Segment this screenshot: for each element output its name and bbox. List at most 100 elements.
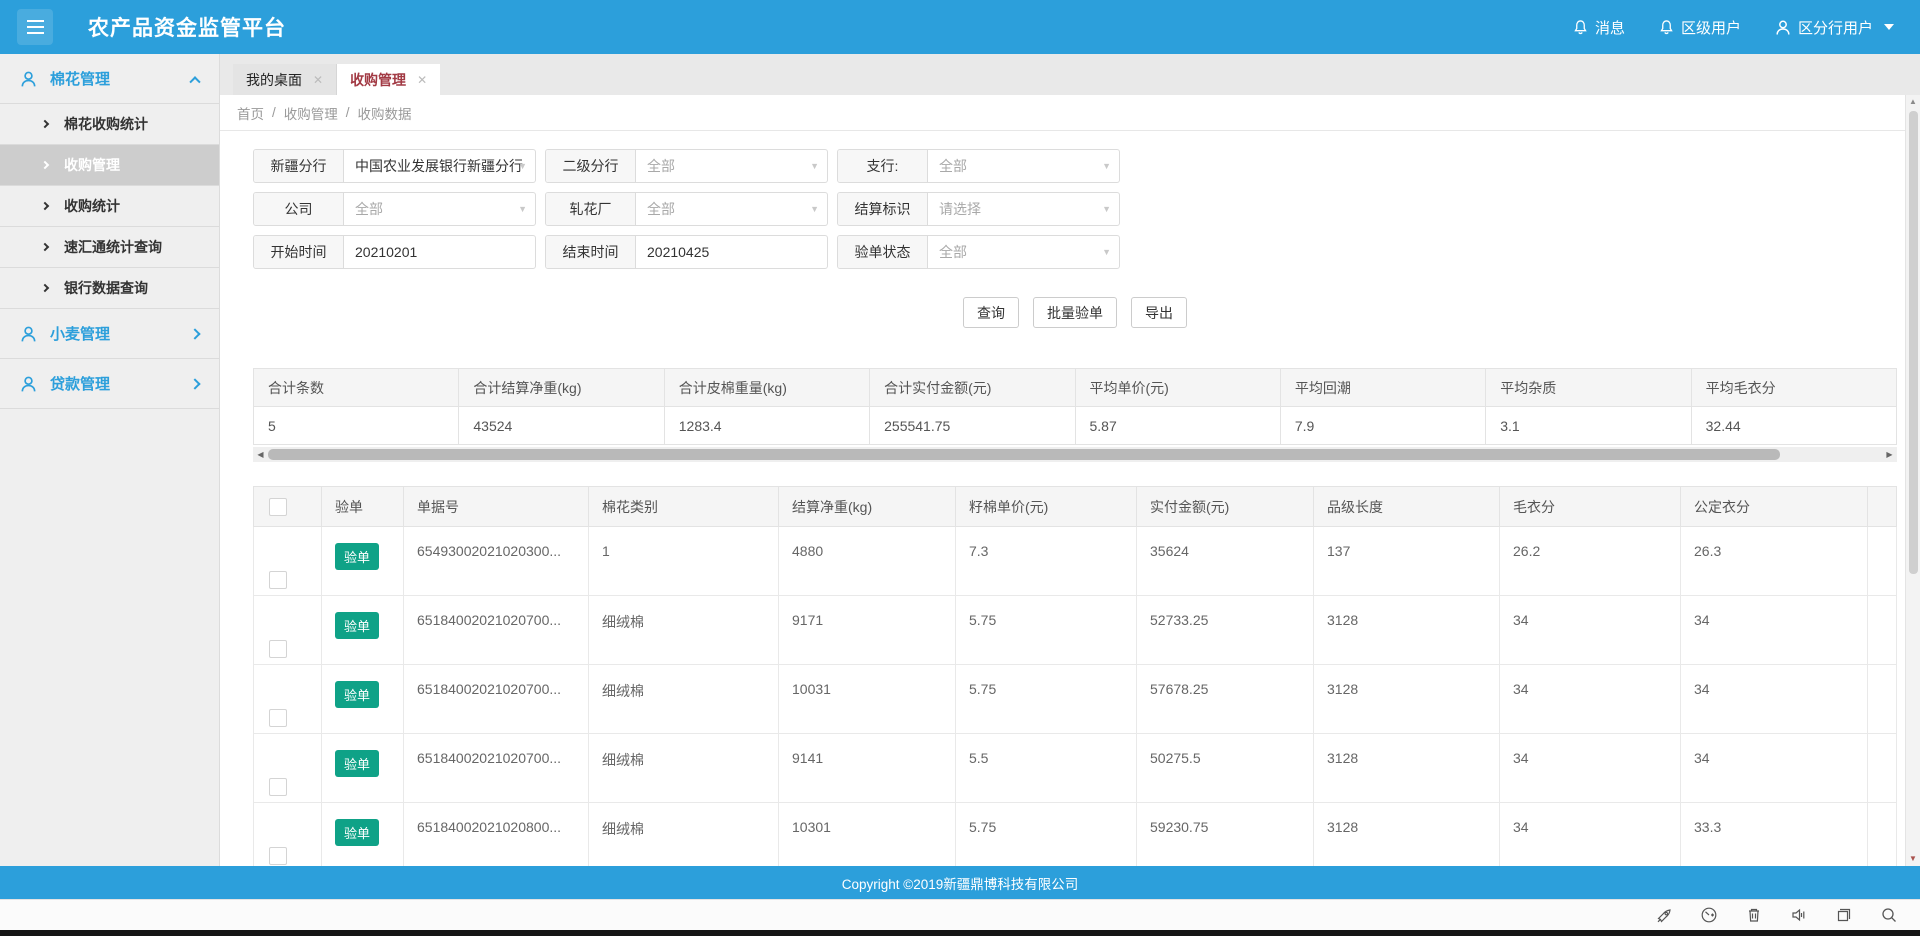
verify-button[interactable]: 验单: [335, 612, 379, 639]
seed-price-cell: 5.75: [956, 665, 1137, 734]
summary-header: 平均单价(元): [1075, 369, 1280, 407]
row-checkbox[interactable]: [269, 571, 287, 589]
filter-branch: 新疆分行 中国农业发展银行新疆分行: [253, 149, 536, 183]
filter-row-3: 开始时间 20210201 结束时间 20210425 验单状态 全部: [253, 235, 1897, 269]
breadcrumb-separator: /: [272, 105, 276, 120]
sub-branch-select[interactable]: 全部: [928, 150, 1119, 182]
filter-end-time: 结束时间 20210425: [545, 235, 828, 269]
grade-length-cell: 3128: [1314, 596, 1500, 665]
scrollbar-thumb[interactable]: [268, 449, 1780, 460]
second-branch-select[interactable]: 全部: [636, 150, 827, 182]
rocket-icon[interactable]: [1655, 906, 1673, 924]
messages-nav[interactable]: 消息: [1573, 17, 1625, 38]
summary-header: 合计皮棉重量(kg): [664, 369, 869, 407]
company-select[interactable]: 全部: [344, 193, 535, 225]
sidebar-item-bank-data-query[interactable]: 银行数据查询: [0, 268, 219, 309]
top-header: 农产品资金监管平台 消息 区级用户 区分行用户: [0, 0, 1920, 54]
sidebar-group-wheat[interactable]: 小麦管理: [0, 309, 219, 359]
district-user-nav[interactable]: 区级用户: [1659, 17, 1741, 38]
summary-value: 43524: [459, 407, 664, 445]
scroll-right-icon[interactable]: ▶: [1882, 450, 1897, 459]
breadcrumb-section[interactable]: 收购管理: [284, 103, 338, 123]
filter-label: 二级分行: [546, 150, 636, 182]
scroll-up-icon[interactable]: ▲: [1909, 95, 1917, 109]
sidebar-item-cotton-purchase-stats[interactable]: 棉花收购统计: [0, 104, 219, 145]
branch-select[interactable]: 中国农业发展银行新疆分行: [344, 150, 535, 182]
vertical-scrollbar[interactable]: ▲ ▼: [1905, 95, 1920, 866]
sidebar-group-cotton[interactable]: 棉花管理: [0, 54, 219, 104]
seed-price-cell: 5.75: [956, 803, 1137, 867]
user-icon: [20, 375, 37, 393]
doc-no-cell: 65184002021020800...: [404, 803, 589, 867]
doc-no-cell: 65184002021020700...: [404, 596, 589, 665]
filter-company: 公司 全部: [253, 192, 536, 226]
doc-no-cell: 65493002021020300...: [404, 527, 589, 596]
settle-flag-select[interactable]: 请选择: [928, 193, 1119, 225]
batch-verify-button[interactable]: 批量验单: [1033, 297, 1117, 328]
filter-settle-flag: 结算标识 请选择: [837, 192, 1120, 226]
bell-icon: [1659, 19, 1674, 36]
tab-label: 收购管理: [350, 70, 406, 90]
sidebar-group-loan[interactable]: 贷款管理: [0, 359, 219, 409]
gin-factory-select[interactable]: 全部: [636, 193, 827, 225]
tab-bar: 我的桌面 ✕ 收购管理 ✕: [220, 54, 1920, 95]
net-weight-cell: 10301: [779, 803, 956, 867]
tab-purchase-management[interactable]: 收购管理 ✕: [337, 64, 440, 95]
summary-header: 平均回潮: [1280, 369, 1485, 407]
verify-status-select[interactable]: 全部: [928, 236, 1119, 268]
export-button[interactable]: 导出: [1131, 297, 1187, 328]
column-header: 籽棉单价(元): [956, 487, 1137, 527]
paid-amount-cell: 50275.5: [1137, 734, 1314, 803]
grade-length-cell: 137: [1314, 527, 1500, 596]
row-checkbox[interactable]: [269, 709, 287, 727]
current-user-menu[interactable]: 区分行用户: [1775, 17, 1894, 38]
sidebar-item-purchase-stats[interactable]: 收购统计: [0, 186, 219, 227]
seed-price-cell: 7.3: [956, 527, 1137, 596]
verify-button[interactable]: 验单: [335, 681, 379, 708]
chevron-up-icon: [189, 76, 200, 87]
scrollbar-thumb[interactable]: [1909, 111, 1918, 574]
select-all-checkbox[interactable]: [269, 498, 287, 516]
purchase-table: 验单 单据号 棉花类别 结算净重(kg) 籽棉单价(元) 实付金额(元) 品级长…: [253, 486, 1897, 866]
sidebar-item-label: 银行数据查询: [64, 278, 148, 298]
trash-icon[interactable]: [1745, 906, 1763, 924]
lint-pct-cell: 34: [1500, 734, 1681, 803]
row-checkbox[interactable]: [269, 847, 287, 865]
filter-label: 结束时间: [546, 236, 636, 268]
cotton-type-cell: 细绒棉: [589, 596, 779, 665]
end-time-input[interactable]: 20210425: [636, 236, 827, 268]
row-checkbox[interactable]: [269, 778, 287, 796]
start-time-input[interactable]: 20210201: [344, 236, 535, 268]
summary-value: 32.44: [1691, 407, 1896, 445]
sidebar-item-label: 速汇通统计查询: [64, 237, 162, 257]
doc-no-cell: 65184002021020700...: [404, 665, 589, 734]
cotton-type-cell: 细绒棉: [589, 734, 779, 803]
sidebar: 棉花管理 棉花收购统计 收购管理 收购统计 速汇通统计查询 银行数据查询 小麦管…: [0, 54, 220, 866]
sidebar-item-shuitong-stats-query[interactable]: 速汇通统计查询: [0, 227, 219, 268]
window-icon[interactable]: [1835, 906, 1853, 924]
paid-amount-cell: 52733.25: [1137, 596, 1314, 665]
scroll-down-icon[interactable]: ▼: [1909, 852, 1917, 866]
tab-my-desktop[interactable]: 我的桌面 ✕: [233, 64, 337, 95]
verify-button[interactable]: 验单: [335, 750, 379, 777]
menu-toggle-icon[interactable]: [17, 9, 53, 45]
paid-amount-cell: 59230.75: [1137, 803, 1314, 867]
doc-no-cell: 65184002021020700...: [404, 734, 589, 803]
search-icon[interactable]: [1880, 906, 1898, 924]
table-row: 验单 65184002021020800... 细绒棉 10301 5.75 5…: [254, 803, 1897, 867]
sidebar-item-purchase-management[interactable]: 收购管理: [0, 145, 219, 186]
breadcrumb-home[interactable]: 首页: [237, 103, 264, 123]
main-content: 新疆分行 中国农业发展银行新疆分行 二级分行 全部 支行: 全部 公司 全部 轧…: [220, 131, 1905, 866]
performance-icon[interactable]: [1700, 906, 1718, 924]
summary-header: 合计结算净重(kg): [459, 369, 664, 407]
close-icon[interactable]: ✕: [417, 73, 427, 87]
row-checkbox[interactable]: [269, 640, 287, 658]
close-icon[interactable]: ✕: [313, 73, 323, 87]
volume-icon[interactable]: [1790, 906, 1808, 924]
query-button[interactable]: 查询: [963, 297, 1019, 328]
scroll-left-icon[interactable]: ◀: [253, 450, 268, 459]
chevron-right-icon: [41, 120, 49, 128]
verify-button[interactable]: 验单: [335, 819, 379, 846]
horizontal-scrollbar[interactable]: ◀ ▶: [253, 447, 1897, 462]
verify-button[interactable]: 验单: [335, 543, 379, 570]
